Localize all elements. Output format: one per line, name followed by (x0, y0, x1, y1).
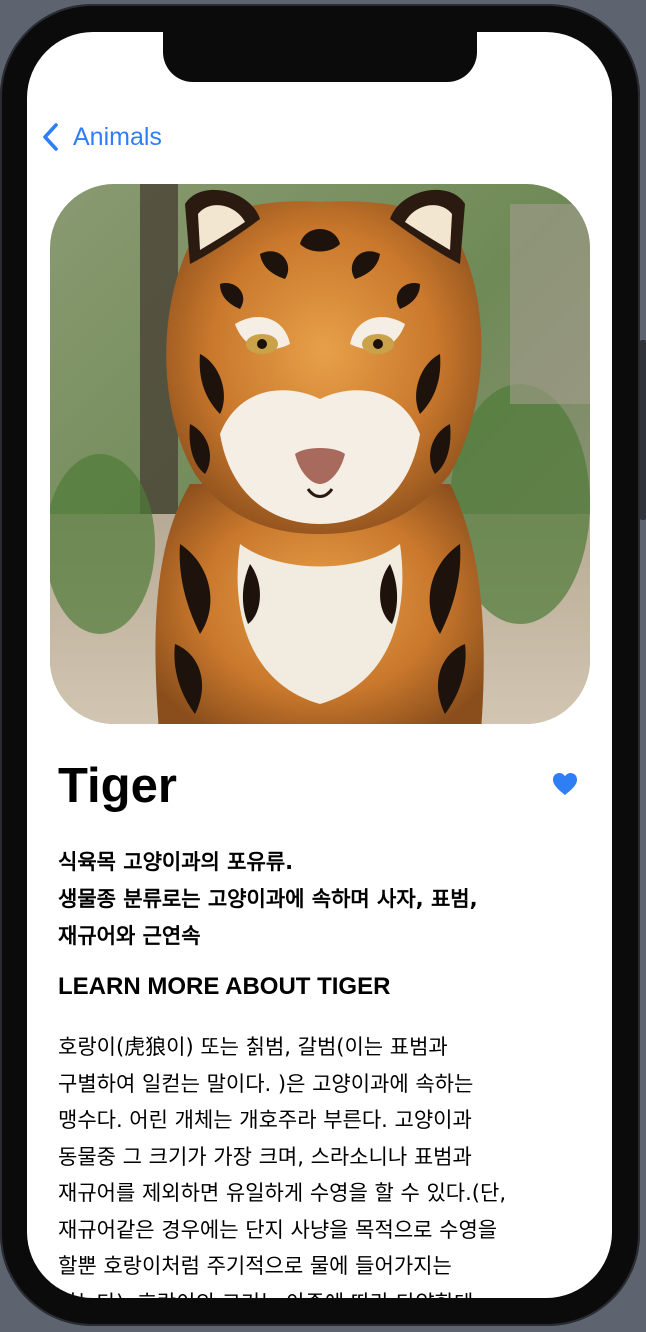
summary-line: 생물종 분류로는 고양이과에 속하며 사자, 표범, (58, 887, 478, 911)
animal-name: Tiger (58, 759, 177, 813)
chevron-left-icon (41, 122, 59, 152)
summary-line: 식육목 고양이과의 포유류. (58, 850, 294, 874)
description-line: 구별하여 일컫는 말이다. )은 고양이과에 속하는 (58, 1071, 474, 1096)
description-line: 맹수다. 어린 개체는 개호주라 부른다. 고양이과 (58, 1108, 472, 1132)
side-button (640, 340, 646, 520)
animal-photo (50, 184, 590, 724)
back-button[interactable]: Animals (41, 122, 162, 152)
favorite-button[interactable] (551, 770, 579, 798)
description-line: 않는다). 호랑이의 크기는 아종에 따라 다양한데, (58, 1285, 588, 1299)
heart-fill-icon (551, 773, 579, 802)
learn-more-heading: LEARN MORE ABOUT TIGER (58, 973, 391, 1000)
description-line: 재규어같은 경우에는 단지 사냥을 목적으로 수영을 (58, 1217, 498, 1242)
summary-line: 재규어와 근연속 (58, 924, 201, 948)
animal-description: 호랑이(虎狼이) 또는 칡범, 갈범(이는 표범과 구별하여 일컫는 말이다. … (58, 1029, 588, 1298)
description-line: 호랑이(虎狼이) 또는 칡범, 갈범(이는 표범과 (58, 1035, 448, 1059)
back-button-label: Animals (73, 122, 162, 151)
description-line: 재규어를 제외하면 유일하게 수영을 할 수 있다.(단, (58, 1181, 506, 1205)
description-line: 할뿐 호랑이처럼 주기적으로 물에 들어가지는 (58, 1254, 452, 1278)
description-line: 동물중 그 크기가 가장 크며, 스라소니나 표범과 (58, 1144, 472, 1169)
animal-summary: 식육목 고양이과의 포유류. 생물종 분류로는 고양이과에 속하며 사자, 표범… (58, 844, 578, 955)
device-notch (163, 32, 477, 82)
screen: Animals Tiger 식육목 고양이과의 포유류. 생물종 분류로는 고양… (27, 32, 612, 1298)
